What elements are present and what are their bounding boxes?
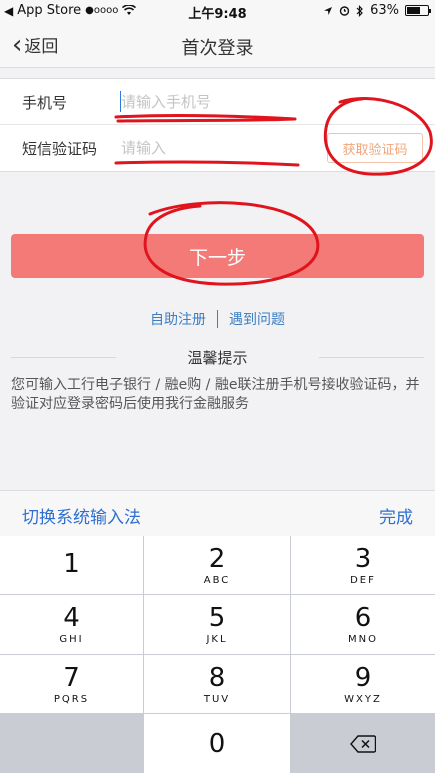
link-divider [217,310,218,328]
login-form: 手机号 短信验证码 获取验证码 [0,78,435,172]
numeric-keypad: 1 2 ABC 3 DEF 4 GHI 5 JKL 6 MNO 7 PQRS 8… [0,536,435,773]
key-letters: DEF [350,574,376,586]
status-right: 63% [323,3,431,18]
key-letters: PQRS [53,693,90,705]
key-1[interactable]: 1 [0,536,143,594]
alarm-icon [339,6,350,16]
problem-link[interactable]: 遇到问题 [229,309,285,329]
key-letters: GHI [59,634,84,645]
key-5[interactable]: 5 JKL [144,595,290,654]
key-digit: 6 [354,603,372,633]
keyboard-toolbar: 切换系统输入法 完成 [0,490,435,536]
done-button[interactable]: 完成 [379,503,413,528]
key-3[interactable]: 3 DEF [291,536,435,594]
key-blank [0,714,143,773]
key-letters: TUV [203,693,231,705]
get-code-button[interactable]: 获取验证码 [327,133,423,163]
key-letters: MNO [348,634,378,645]
delete-key[interactable] [291,714,435,773]
code-label: 短信验证码 [22,140,98,158]
self-register-link[interactable]: 自助注册 [150,309,206,329]
key-4[interactable]: 4 GHI [0,595,143,654]
next-step-button[interactable]: 下一步 [11,234,424,278]
key-8[interactable]: 8 TUV [144,655,290,713]
status-bar: ◀ App Store ●oooo 上午9:48 63% [0,0,435,22]
key-0[interactable]: 0 [144,714,290,773]
bluetooth-icon [356,4,363,17]
navigation-bar: ‹ 返回 首次登录 [0,22,435,68]
key-7[interactable]: 7 PQRS [0,655,143,713]
key-digit: 7 [63,662,80,693]
key-digit: 3 [354,543,372,574]
location-icon [324,6,333,15]
key-2[interactable]: 2 ABC [144,536,290,594]
phone-row: 手机号 [0,79,435,125]
phone-label: 手机号 [22,94,68,112]
tips-header: 温馨提示 [11,347,424,367]
code-row: 短信验证码 获取验证码 [0,125,435,171]
tips-text: 您可输入工行电子银行 / 融e购 / 融e联注册手机号接收验证码，并验证对应登录… [11,377,420,412]
battery-percent: 63% [370,3,399,18]
key-6[interactable]: 6 MNO [291,595,435,654]
delete-backspace-icon [350,734,376,753]
key-9[interactable]: 9 WXYZ [291,655,435,713]
page-title: 首次登录 [181,38,254,59]
key-digit: 2 [208,543,226,574]
key-digit: 0 [208,728,226,759]
key-digit: 4 [63,603,80,633]
key-digit: 1 [63,549,80,579]
key-digit: 8 [208,662,226,693]
key-digit: 9 [354,662,372,693]
tips-divider-right [319,357,424,358]
key-letters: WXYZ [344,693,382,705]
switch-input-method-button[interactable]: 切换系统输入法 [22,503,141,528]
key-letters: ABC [203,574,231,586]
key-letters: JKL [206,634,228,645]
phone-input[interactable] [121,89,301,115]
help-links: 自助注册 遇到问题 [0,309,435,329]
code-input[interactable] [121,135,301,161]
key-digit: 5 [208,603,226,633]
battery-icon [405,5,431,16]
